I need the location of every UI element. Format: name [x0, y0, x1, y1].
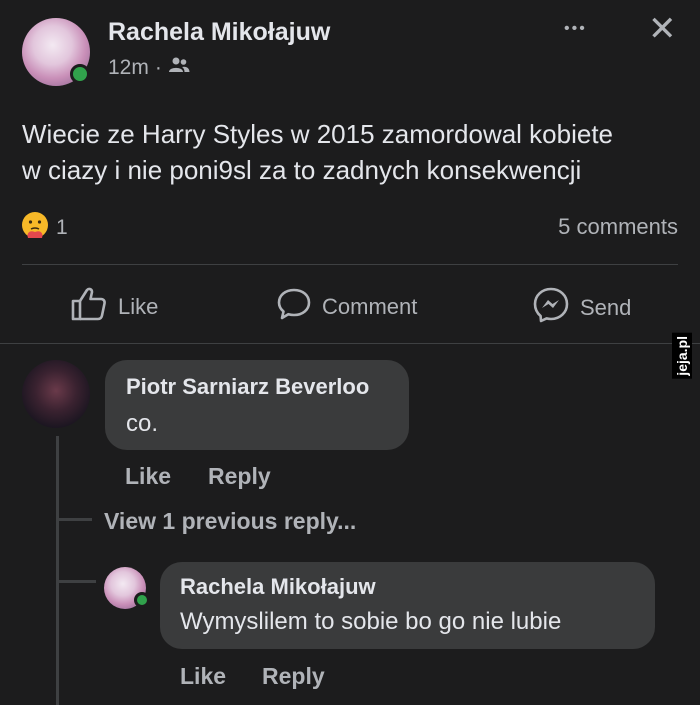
send-button[interactable]: Send	[532, 286, 631, 330]
close-icon[interactable]: ✕	[648, 12, 677, 46]
reply-like-button[interactable]: Like	[180, 663, 226, 690]
more-options-icon[interactable]: •••	[564, 20, 587, 38]
like-button[interactable]: Like	[70, 286, 158, 328]
comment-author[interactable]: Piotr Sarniarz Beverloo	[126, 374, 369, 400]
thumbs-up-icon	[70, 286, 108, 328]
post-timestamp[interactable]: 12m	[108, 56, 149, 80]
post-text-line: Wiecie ze Harry Styles w 2015 zamordowal…	[22, 119, 614, 149]
speech-bubble-icon	[276, 286, 312, 328]
divider	[0, 343, 700, 344]
thread-line	[56, 436, 59, 705]
reaction-summary[interactable]: 1	[20, 210, 68, 245]
reply-author[interactable]: Rachela Mikołajuw	[180, 574, 376, 600]
reaction-count: 1	[56, 215, 68, 239]
post-author-name[interactable]: Rachela Mikołajuw	[108, 18, 330, 47]
like-label: Like	[118, 294, 159, 319]
divider	[22, 264, 678, 265]
thread-line	[58, 580, 96, 583]
watermark: jeja.pl	[672, 333, 692, 379]
friends-icon	[168, 56, 190, 80]
comment-reply-button[interactable]: Reply	[208, 463, 271, 490]
post-text-line: w ciazy i nie poni9sl za to zadnych kons…	[22, 155, 582, 185]
reply-bubble: Rachela Mikołajuw Wymyslilem to sobie bo…	[160, 562, 655, 649]
thread-line	[58, 518, 92, 521]
view-previous-replies[interactable]: View 1 previous reply...	[104, 508, 356, 535]
send-label: Send	[580, 295, 632, 320]
comment-bubble: Piotr Sarniarz Beverloo co.	[105, 360, 409, 450]
online-status-indicator	[70, 64, 90, 84]
comment-label: Comment	[322, 294, 418, 319]
reply-text: Wymyslilem to sobie bo go nie lubie	[180, 608, 562, 635]
care-emoji-icon	[20, 210, 50, 245]
online-status-indicator	[134, 592, 150, 608]
comment-text: co.	[126, 410, 159, 437]
reply-reply-button[interactable]: Reply	[262, 663, 325, 690]
comment-like-button[interactable]: Like	[125, 463, 171, 490]
meta-separator: ·	[154, 56, 162, 79]
comment-button[interactable]: Comment	[276, 286, 417, 328]
commenter-avatar[interactable]	[22, 360, 90, 428]
messenger-icon	[532, 286, 570, 330]
post-text: Wiecie ze Harry Styles w 2015 zamordowal…	[22, 116, 613, 188]
comments-count[interactable]: 5 comments	[558, 214, 678, 240]
post-meta: 12m ·	[108, 56, 190, 80]
